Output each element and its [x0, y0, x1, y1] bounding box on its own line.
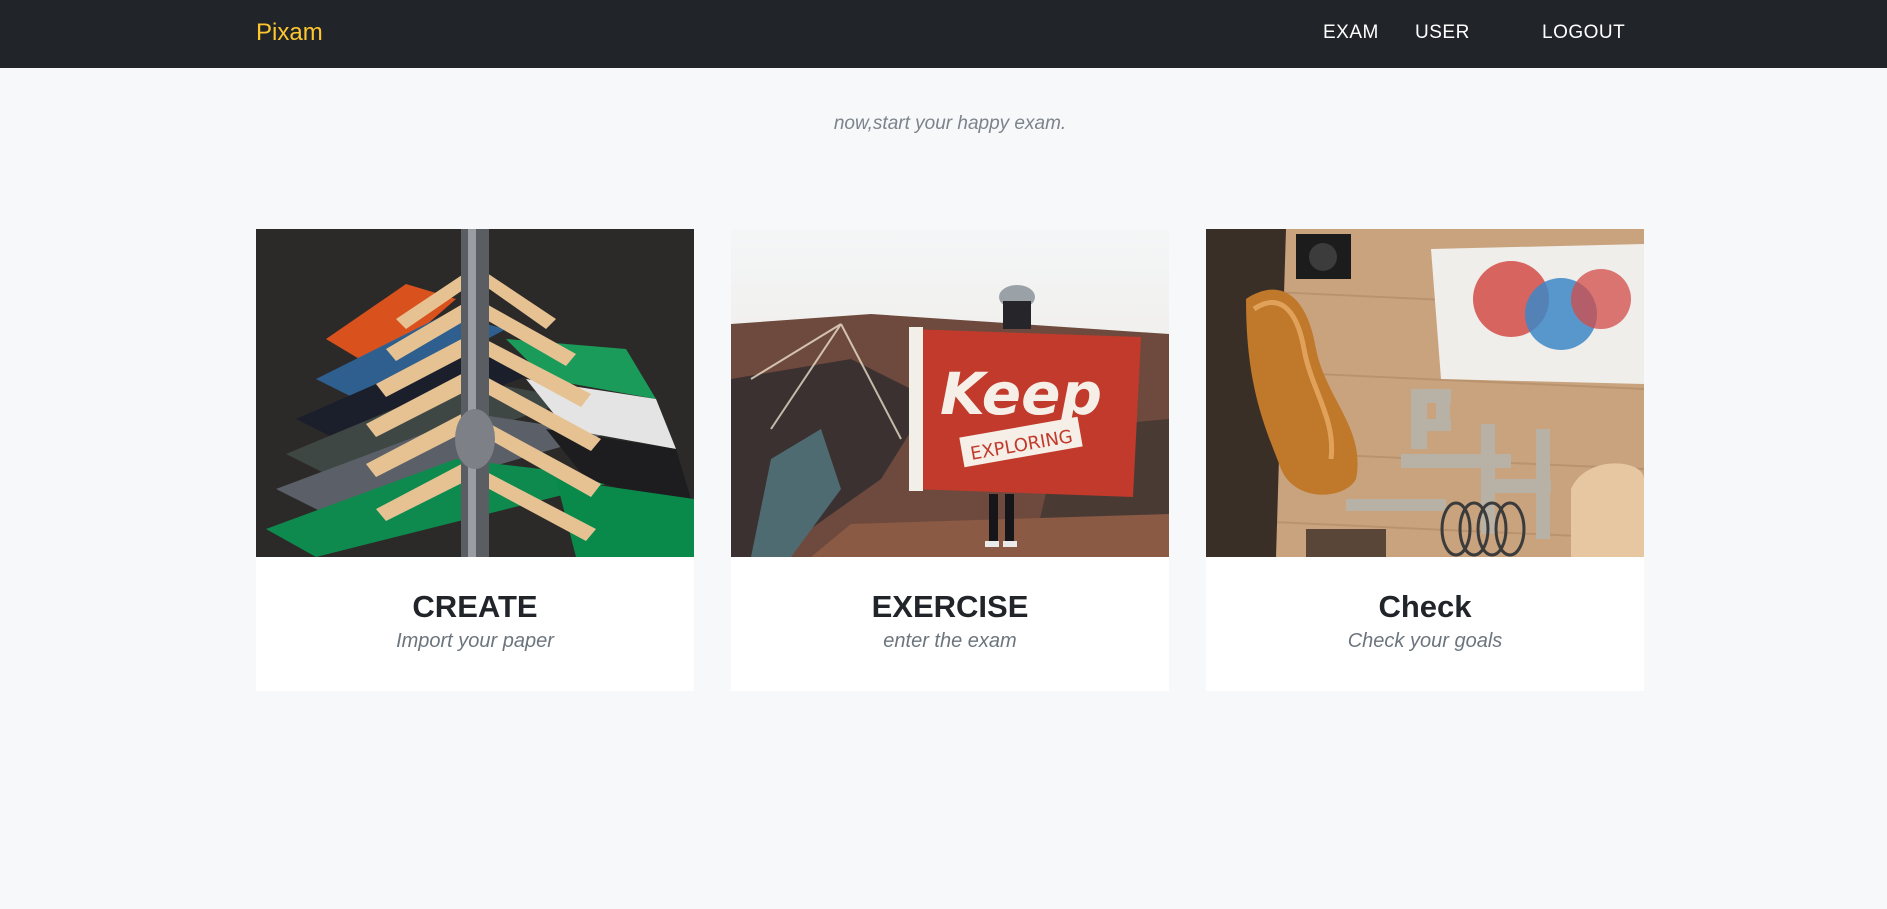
card-image-craft-letters: [1206, 229, 1644, 557]
card-title: CREATE: [412, 589, 538, 624]
top-navbar: Pixam EXAM USER LOGOUT: [0, 0, 1887, 68]
brand-logo-link[interactable]: Pixam: [256, 19, 323, 47]
card-subtitle: Check your goals: [1347, 630, 1503, 652]
card-image-keep-exploring-flag: Keep EXPLORING: [731, 229, 1169, 557]
card-title: EXERCISE: [871, 589, 1029, 624]
card-check[interactable]: Check Check your goals: [1206, 229, 1644, 691]
card-create[interactable]: CREATE Import your paper: [256, 229, 694, 691]
nav-link-logout[interactable]: LOGOUT: [1542, 22, 1625, 44]
card-subtitle: enter the exam: [883, 630, 1017, 652]
card-title: Check: [1378, 589, 1472, 624]
nav-link-user[interactable]: USER: [1415, 22, 1470, 44]
nav-link-exam[interactable]: EXAM: [1323, 22, 1379, 44]
page-tagline: now,start your happy exam.: [833, 113, 1067, 134]
flag-text-keep: Keep: [940, 360, 1102, 428]
card-image-clothes-rack: [256, 229, 694, 557]
card-exercise[interactable]: Keep EXPLORING EXERCISE enter the exam: [731, 229, 1169, 691]
card-subtitle: Import your paper: [396, 630, 554, 652]
